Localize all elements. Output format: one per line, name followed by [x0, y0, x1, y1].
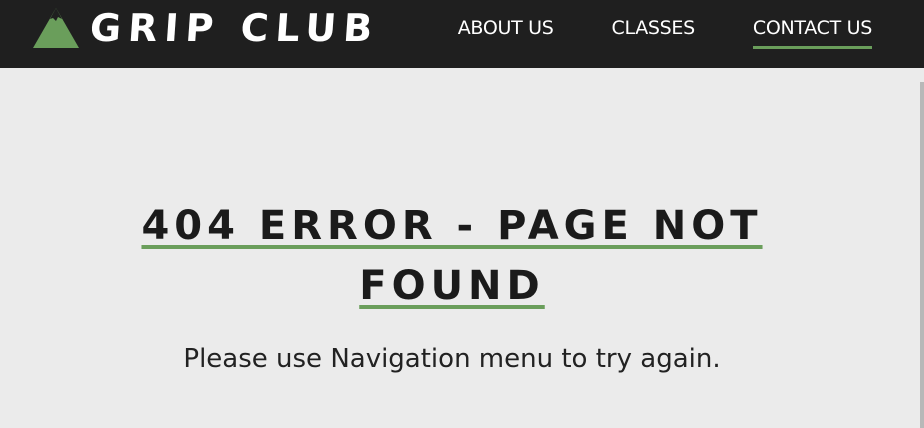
active-nav-underline	[752, 46, 872, 49]
main-content: 404 ERROR - PAGE NOT FOUND Please use Na…	[0, 68, 924, 428]
nav-about-us[interactable]: ABOUT US	[458, 0, 554, 40]
nav-classes-label: CLASSES	[611, 17, 696, 39]
page-title-text: 404 ERROR - PAGE NOT FOUND	[141, 203, 763, 309]
nav-contact-us[interactable]: CONTACT US	[752, 0, 872, 49]
scrollbar-thumb[interactable]	[920, 82, 924, 428]
site-header: GRIP CLUB ABOUT US CLASSES CONTACT US	[0, 0, 924, 68]
page-title: 404 ERROR - PAGE NOT FOUND	[106, 196, 798, 316]
brand-logo[interactable]: GRIP CLUB	[32, 6, 381, 50]
brand-name: GRIP CLUB	[88, 6, 381, 50]
mountain-icon	[33, 8, 79, 48]
nav-contact-us-label: CONTACT US	[752, 17, 872, 39]
error-message: Please use Navigation menu to try again.	[183, 344, 721, 374]
nav-classes[interactable]: CLASSES	[611, 0, 696, 40]
main-nav: ABOUT US CLASSES CONTACT US	[400, 0, 872, 68]
nav-about-us-label: ABOUT US	[457, 17, 554, 39]
